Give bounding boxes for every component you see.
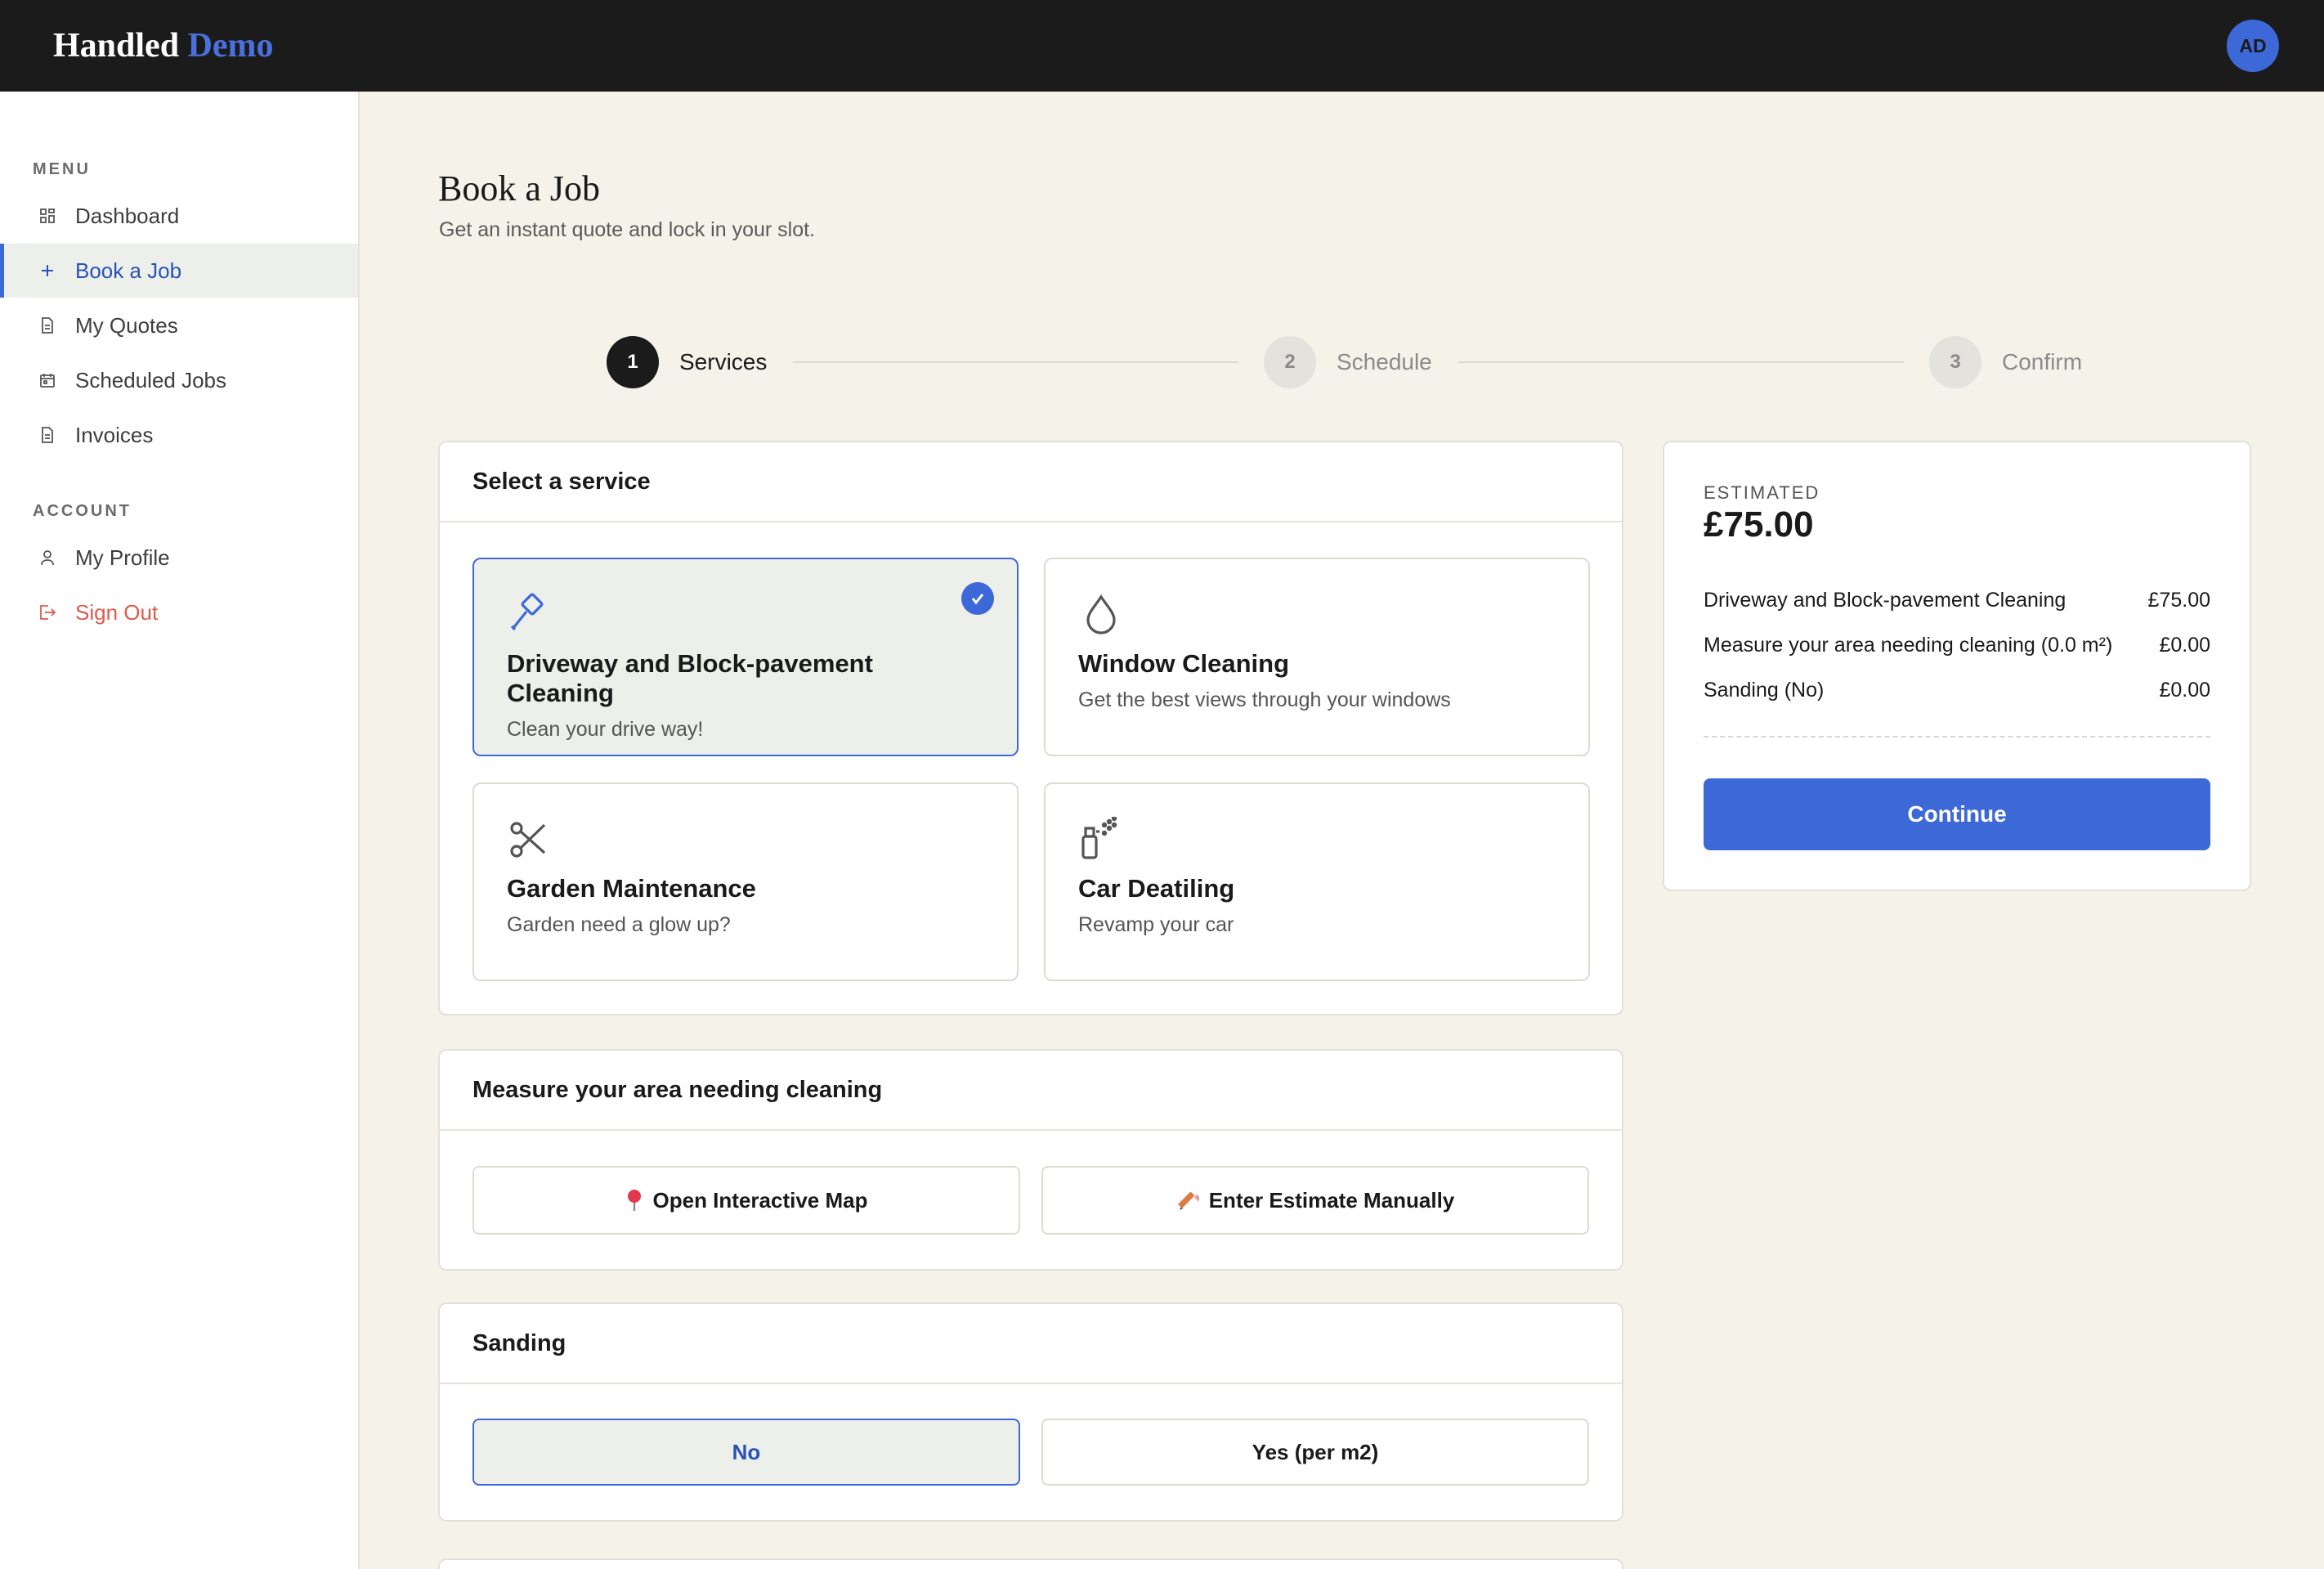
service-desc: Garden need a glow up? — [507, 913, 731, 936]
enter-estimate-label: Enter Estimate Manually — [1208, 1187, 1455, 1213]
summary-divider — [1704, 736, 2210, 737]
sign-out-icon — [38, 603, 57, 622]
user-icon — [38, 548, 57, 567]
sidebar-item-label: Invoices — [75, 422, 154, 447]
summary-line-label: Driveway and Block-pavement Cleaning — [1704, 589, 2067, 612]
sidebar-item-label: My Profile — [75, 545, 170, 570]
service-option-driveway[interactable]: Driveway and Block-pavement Cleaning Cle… — [472, 558, 1019, 756]
avatar[interactable]: AD — [2227, 20, 2279, 72]
sanding-yes-button[interactable]: Yes (per m2) — [1041, 1419, 1589, 1486]
summary-line: Sanding (No) £0.00 — [1704, 679, 2210, 702]
service-selection-card: Select a service Driveway and Block-pave… — [438, 441, 1623, 1015]
open-map-label: Open Interactive Map — [652, 1187, 868, 1213]
summary-line-label: Sanding (No) — [1704, 679, 1825, 702]
step-connector — [1458, 361, 1904, 363]
step-2-number: 2 — [1264, 336, 1316, 388]
menu-section-label: MENU — [33, 160, 91, 178]
sidebar-item-label: Dashboard — [75, 203, 180, 228]
summary-line-amount: £0.00 — [2159, 679, 2210, 702]
hammer-icon — [507, 592, 553, 638]
sidebar-item-book-a-job[interactable]: Book a Job — [0, 244, 358, 298]
summary-line: Driveway and Block-pavement Cleaning £75… — [1704, 589, 2210, 612]
account-section-label: ACCOUNT — [33, 502, 132, 520]
service-option-garden-maintenance[interactable]: Garden Maintenance Garden need a glow up… — [472, 782, 1019, 981]
brand-name: Handled — [53, 27, 180, 65]
sidebar-item-dashboard[interactable]: Dashboard — [0, 189, 358, 243]
summary-line-amount: £0.00 — [2159, 634, 2210, 657]
service-title: Garden Maintenance — [507, 874, 756, 903]
sidebar-item-label: My Quotes — [75, 312, 178, 338]
service-desc: Get the best views through your windows — [1078, 688, 1451, 711]
calendar-icon — [38, 370, 57, 390]
pencil-icon — [1176, 1189, 1199, 1212]
service-desc: Revamp your car — [1078, 913, 1234, 936]
summary-line-amount: £75.00 — [2147, 589, 2210, 612]
enter-estimate-button[interactable]: Enter Estimate Manually — [1041, 1166, 1589, 1235]
open-map-button[interactable]: Open Interactive Map — [472, 1166, 1020, 1235]
water-drop-icon — [1078, 592, 1124, 638]
service-title: Driveway and Block-pavement Cleaning — [507, 649, 873, 707]
step-3-label: Confirm — [2002, 349, 2083, 374]
brand-accent: Demo — [187, 27, 274, 65]
service-title: Car Deatiling — [1078, 874, 1235, 903]
service-title: Window Cleaning — [1078, 649, 1290, 678]
service-card-header: Select a service — [440, 442, 1622, 522]
sidebar-item-label: Book a Job — [75, 258, 182, 283]
plus-icon — [38, 261, 57, 280]
map-pin-icon — [625, 1189, 643, 1212]
sidebar-item-my-profile[interactable]: My Profile — [0, 531, 358, 585]
brand-logo[interactable]: Handled Demo — [53, 26, 274, 65]
sidebar: MENU Dashboard Book a Job My Quotes Sche… — [0, 92, 360, 1569]
page-subtitle: Get an instant quote and lock in your sl… — [439, 218, 815, 241]
sidebar-item-label: Scheduled Jobs — [75, 367, 227, 392]
top-bar: Handled Demo AD — [0, 0, 2324, 92]
step-3-number: 3 — [1929, 336, 1981, 388]
service-option-window-cleaning[interactable]: Window Cleaning Get the best views throu… — [1044, 558, 1590, 756]
sidebar-item-my-quotes[interactable]: My Quotes — [0, 298, 358, 352]
sidebar-item-label: Sign Out — [75, 599, 159, 625]
summary-line-label: Measure your area needing cleaning (0.0 … — [1704, 634, 2113, 657]
sidebar-item-scheduled-jobs[interactable]: Scheduled Jobs — [0, 353, 358, 407]
sanding-card-header: Sanding — [440, 1304, 1622, 1384]
next-option-card — [438, 1558, 1623, 1569]
check-icon — [961, 582, 994, 615]
sanding-no-button[interactable]: No — [472, 1419, 1020, 1486]
estimated-label: ESTIMATED — [1704, 482, 1820, 503]
summary-line: Measure your area needing cleaning (0.0 … — [1704, 634, 2210, 657]
service-desc: Clean your drive way! — [507, 718, 704, 741]
step-2-label: Schedule — [1337, 349, 1432, 374]
sidebar-item-sign-out[interactable]: Sign Out — [0, 585, 358, 639]
document-icon — [38, 316, 57, 335]
estimated-total: £75.00 — [1704, 504, 1814, 545]
sanding-card: Sanding No Yes (per m2) — [438, 1302, 1623, 1522]
sidebar-item-invoices[interactable]: Invoices — [0, 408, 358, 462]
step-connector — [793, 361, 1238, 363]
grid-icon — [38, 206, 57, 226]
step-1-number: 1 — [607, 336, 659, 388]
page-title: Book a Job — [438, 168, 600, 208]
measure-area-card: Measure your area needing cleaning Open … — [438, 1049, 1623, 1271]
document-icon — [38, 425, 57, 445]
spray-bottle-icon — [1078, 815, 1124, 863]
measure-card-header: Measure your area needing cleaning — [440, 1051, 1622, 1131]
step-1-label: Services — [679, 349, 768, 374]
continue-button[interactable]: Continue — [1704, 778, 2210, 850]
scissors-icon — [507, 817, 553, 863]
service-option-car-detailing[interactable]: Car Deatiling Revamp your car — [1044, 782, 1590, 981]
